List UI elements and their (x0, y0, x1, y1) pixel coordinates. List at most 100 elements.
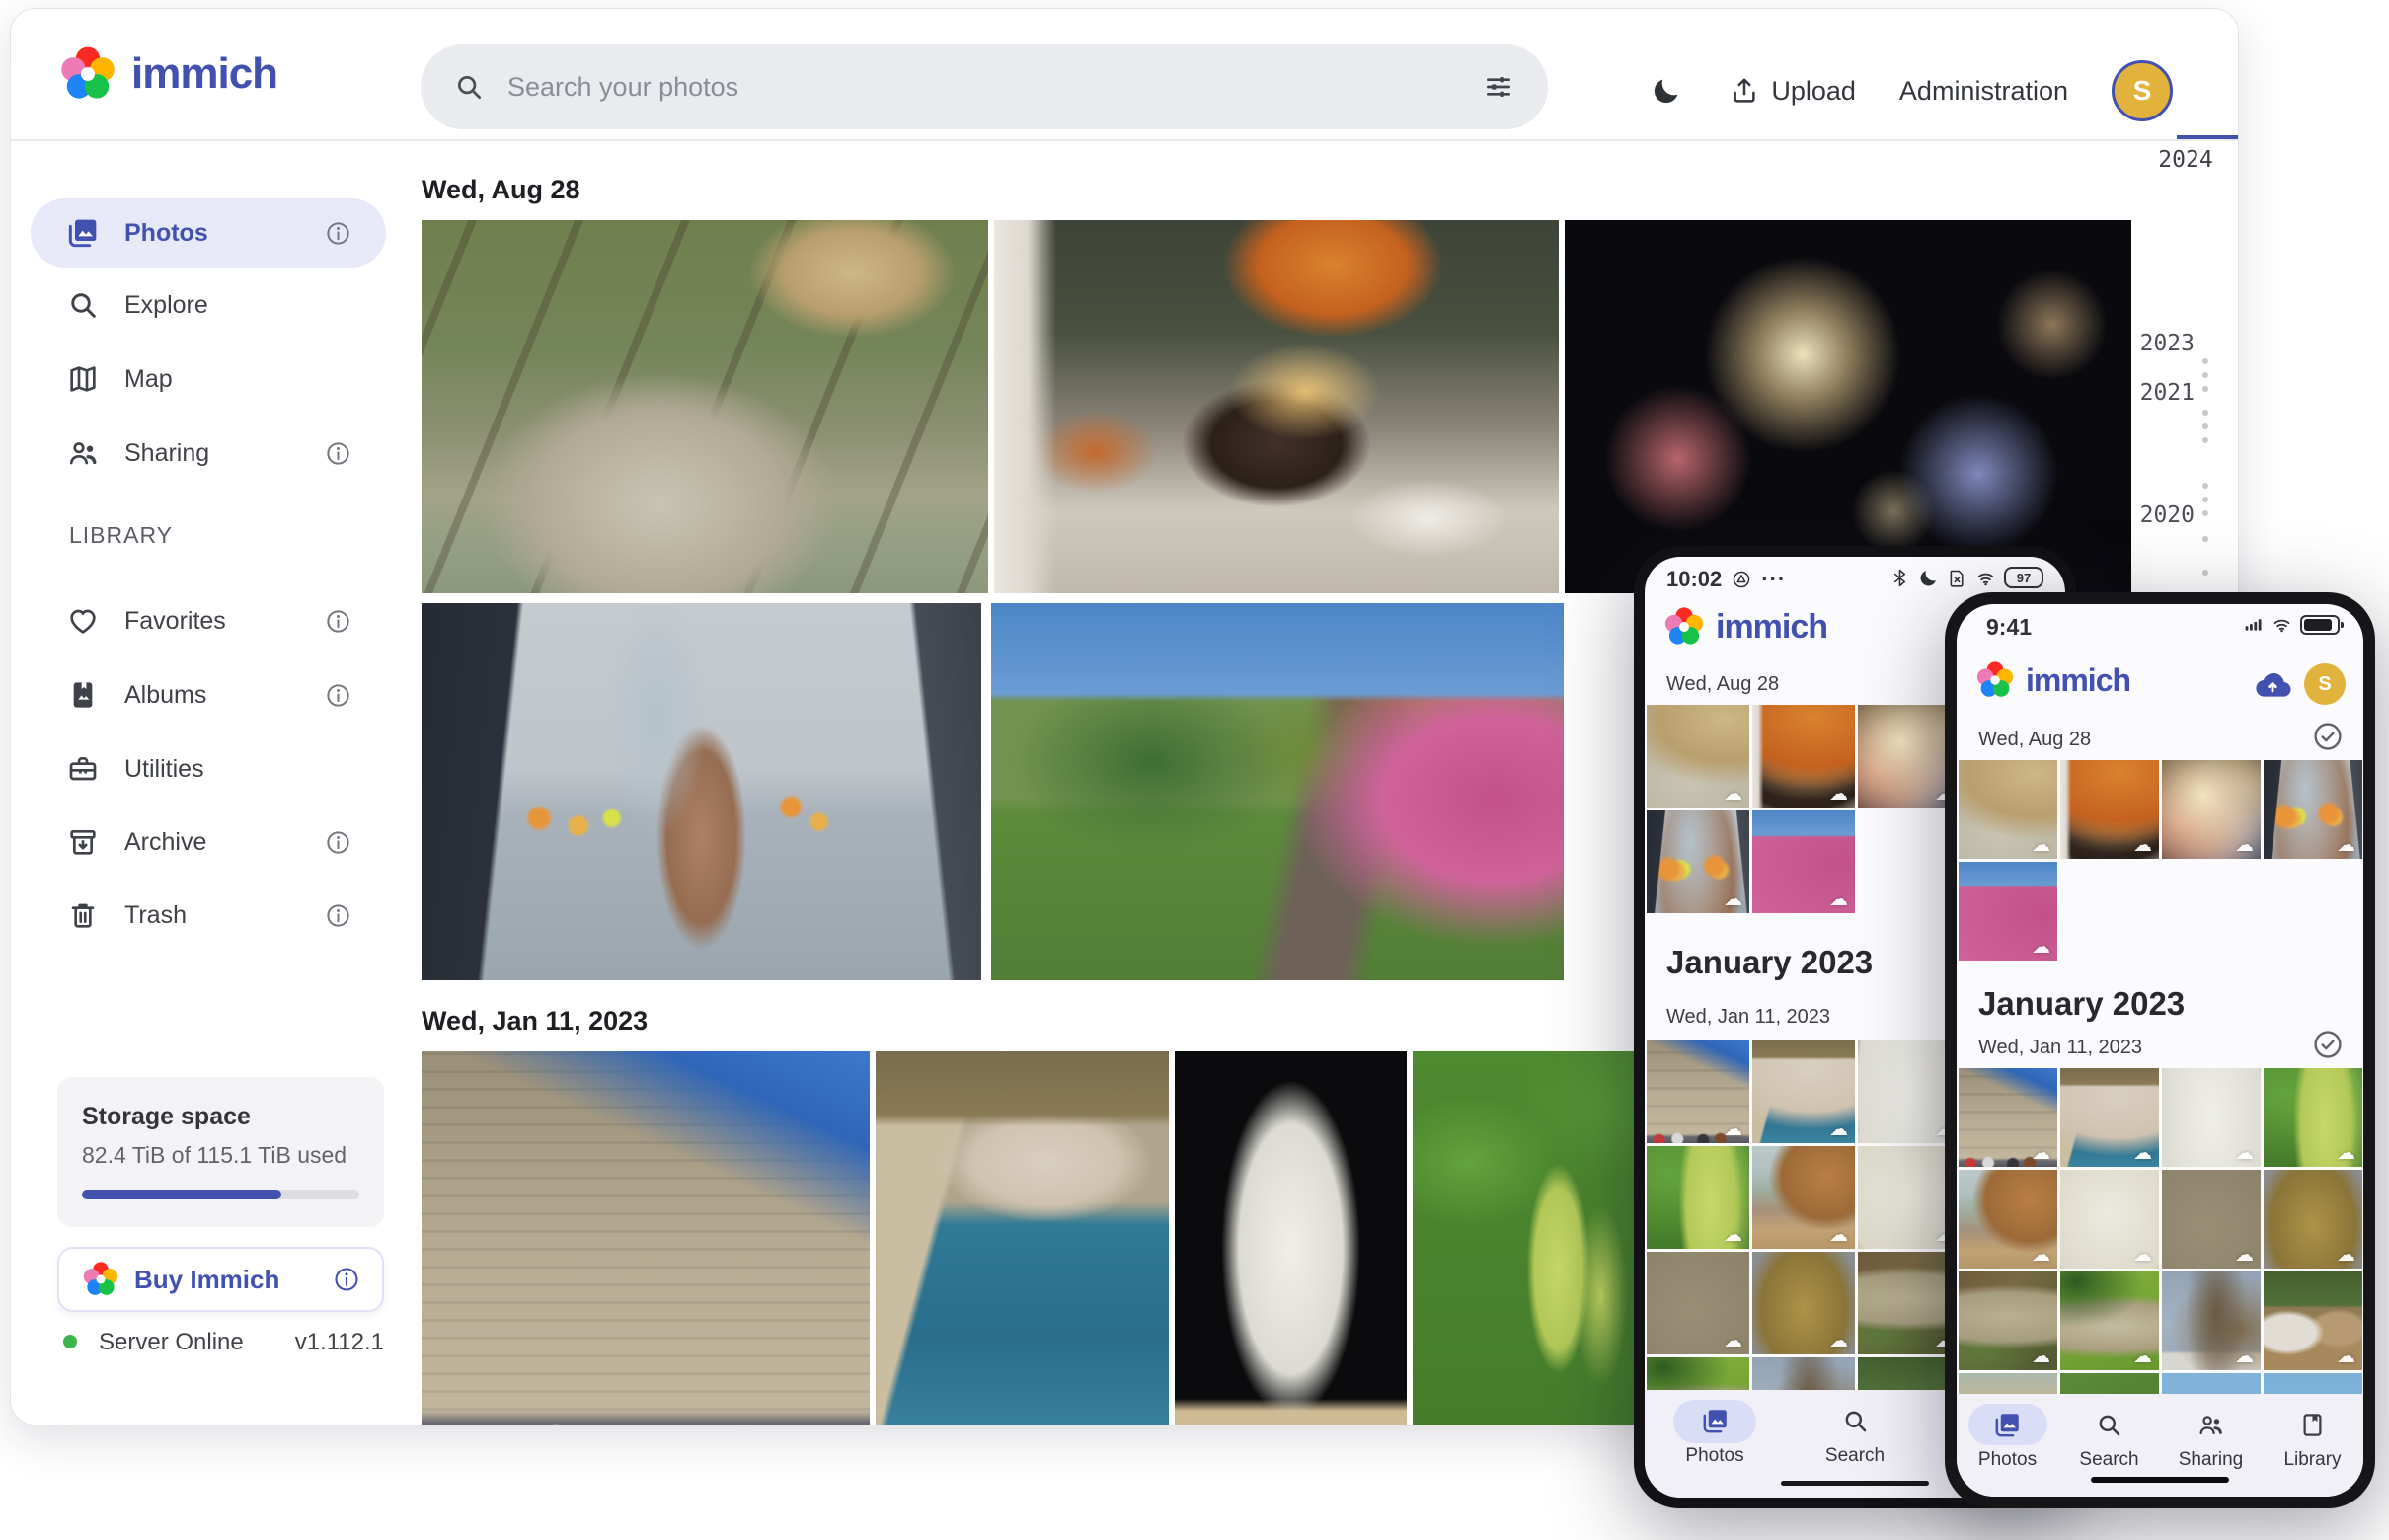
date-label: Wed, Aug 28 (1978, 729, 2091, 751)
timeline-year-2020[interactable]: 2020 (2123, 502, 2195, 528)
status-more-icon: ··· (1761, 567, 1786, 592)
photo-thumb-ornate[interactable] (2264, 1170, 2362, 1269)
upload-label: Upload (1771, 76, 1856, 107)
home-indicator[interactable] (1781, 1481, 1929, 1486)
photo-thumb-village[interactable] (2264, 1271, 2362, 1370)
photo-thumb-ruins[interactable] (2162, 1170, 2261, 1269)
home-indicator[interactable] (2091, 1477, 2229, 1483)
photo-thumb-coastal[interactable] (1752, 1040, 1855, 1143)
nav-item-photos[interactable]: Photos (1645, 1390, 1785, 1498)
explore-icon (67, 289, 99, 321)
photo-thumb-beach[interactable] (1752, 1146, 1855, 1249)
photo-thumb-autumn[interactable] (1959, 862, 2057, 961)
nav-label: Photos (1978, 1449, 2037, 1471)
sidebar-item-sharing[interactable]: Sharing (31, 419, 386, 488)
photo-thumb-monkeys[interactable] (1959, 760, 2057, 859)
sidebar-item-utilities[interactable]: Utilities (31, 734, 386, 804)
app-header: immich Upload Administration S (11, 9, 2238, 139)
sidebar-item-albums[interactable]: Albums (31, 660, 386, 730)
photo-thumb-winter-church[interactable] (2162, 1271, 2261, 1370)
timeline-tick (2202, 510, 2208, 516)
immich-brand[interactable]: immich (60, 46, 277, 102)
administration-link[interactable]: Administration (1899, 76, 2068, 107)
trash-icon (67, 899, 99, 931)
sidebar-item-favorites[interactable]: Favorites (31, 586, 386, 655)
timeline-year-2023[interactable]: 2023 (2123, 331, 2195, 356)
date-label: Wed, Jan 11, 2023 (1978, 1037, 2142, 1059)
buy-immich-button[interactable]: Buy Immich (57, 1247, 384, 1312)
photo-thumb-lizard-moss[interactable] (2060, 1271, 2159, 1370)
info-icon[interactable] (325, 829, 351, 856)
photo-thumb-ornate[interactable] (1752, 1252, 1855, 1354)
photo-thumb-beach[interactable] (1959, 1170, 2057, 1269)
photo-holding-hands[interactable] (422, 603, 981, 980)
storage-progress-track (82, 1190, 359, 1199)
photo-sea-grapes[interactable] (1413, 1051, 1648, 1425)
immich-wordmark: immich (1716, 608, 1827, 647)
sidebar-item-trash[interactable]: Trash (31, 881, 386, 950)
info-icon[interactable] (325, 902, 351, 929)
photo-autumn-path[interactable] (991, 603, 1564, 980)
sidebar-item-label: Map (124, 365, 173, 394)
sidebar-item-explore[interactable]: Explore (31, 270, 386, 340)
info-icon[interactable] (325, 440, 351, 467)
timeline-year-2024[interactable]: 2024 (2133, 147, 2238, 173)
photo-thumb-lizard[interactable] (1959, 1271, 2057, 1370)
avatar-initial: S (2133, 75, 2152, 107)
photo-thumb-ruins[interactable] (1647, 1252, 1749, 1354)
nav-item-library[interactable]: Library (2262, 1394, 2363, 1497)
timeline-tick (2202, 536, 2208, 542)
photo-thumb-hands[interactable] (2264, 760, 2362, 859)
sidebar-item-archive[interactable]: Archive (31, 808, 386, 877)
battery-icon: 97 (2004, 567, 2043, 588)
photo-fortress-wall[interactable] (422, 1051, 870, 1425)
album-icon (67, 679, 99, 711)
nav-item-photos[interactable]: Photos (1957, 1394, 2058, 1497)
moon-icon (1651, 75, 1682, 107)
sharing-icon (67, 437, 99, 469)
photo-thumb-dinner[interactable] (2060, 760, 2159, 859)
info-icon[interactable] (325, 220, 351, 247)
timeline-tick (2202, 437, 2208, 443)
select-all-icon[interactable] (2312, 1029, 2344, 1060)
photo-thumb-bust[interactable] (2162, 1068, 2261, 1167)
photo-thumb-dinner[interactable] (1752, 705, 1855, 808)
photo-thumb-berries[interactable] (2264, 1068, 2362, 1167)
search-icon (454, 72, 484, 102)
photo-thumb-whiterock[interactable] (2060, 1170, 2159, 1269)
photo-marble-bust[interactable] (1175, 1051, 1407, 1425)
photo-monkeys-zoo[interactable] (422, 220, 988, 593)
upload-button[interactable]: Upload (1730, 76, 1856, 107)
search-input[interactable] (484, 72, 1483, 103)
user-avatar[interactable]: S (2112, 60, 2173, 121)
search-bar[interactable] (421, 44, 1548, 129)
info-icon[interactable] (325, 608, 351, 635)
immich-hero-screenshot: immich Upload Administration S (0, 0, 2389, 1540)
cloud-backup-icon[interactable] (2253, 665, 2292, 705)
photo-thumb-fortress[interactable] (1959, 1068, 2057, 1167)
theme-toggle-button[interactable] (1647, 71, 1686, 111)
user-avatar[interactable]: S (2304, 663, 2346, 705)
search-filter-icon[interactable] (1483, 71, 1514, 103)
photo-coastal-town[interactable] (876, 1051, 1169, 1425)
immich-wordmark: immich (131, 49, 277, 99)
sidebar-item-map[interactable]: Map (31, 345, 386, 414)
photo-thumb-berries[interactable] (1647, 1146, 1749, 1249)
immich-brand: immich (1664, 607, 1827, 647)
photo-thumb-fireworks[interactable] (2162, 760, 2261, 859)
phone-screen: 9:41 immich S Wed, Aug 28 (1957, 604, 2363, 1497)
wifi-icon (1975, 568, 1996, 588)
photo-thumb-monkeys[interactable] (1647, 705, 1749, 808)
photo-thumb-autumn[interactable] (1752, 810, 1855, 913)
photo-fireworks[interactable] (1565, 220, 2131, 593)
info-icon[interactable] (325, 682, 351, 709)
photo-thumb-fortress[interactable] (1647, 1040, 1749, 1143)
select-all-icon[interactable] (2312, 721, 2344, 752)
info-icon[interactable] (333, 1266, 360, 1293)
photo-thumb-coastal[interactable] (2060, 1068, 2159, 1167)
photo-thumb-hands[interactable] (1647, 810, 1749, 913)
timeline-year-2021[interactable]: 2021 (2123, 380, 2195, 406)
photo-autumn-dinner[interactable] (994, 220, 1559, 593)
timeline-tick (2202, 483, 2208, 489)
sidebar-item-photos[interactable]: Photos (31, 198, 386, 268)
